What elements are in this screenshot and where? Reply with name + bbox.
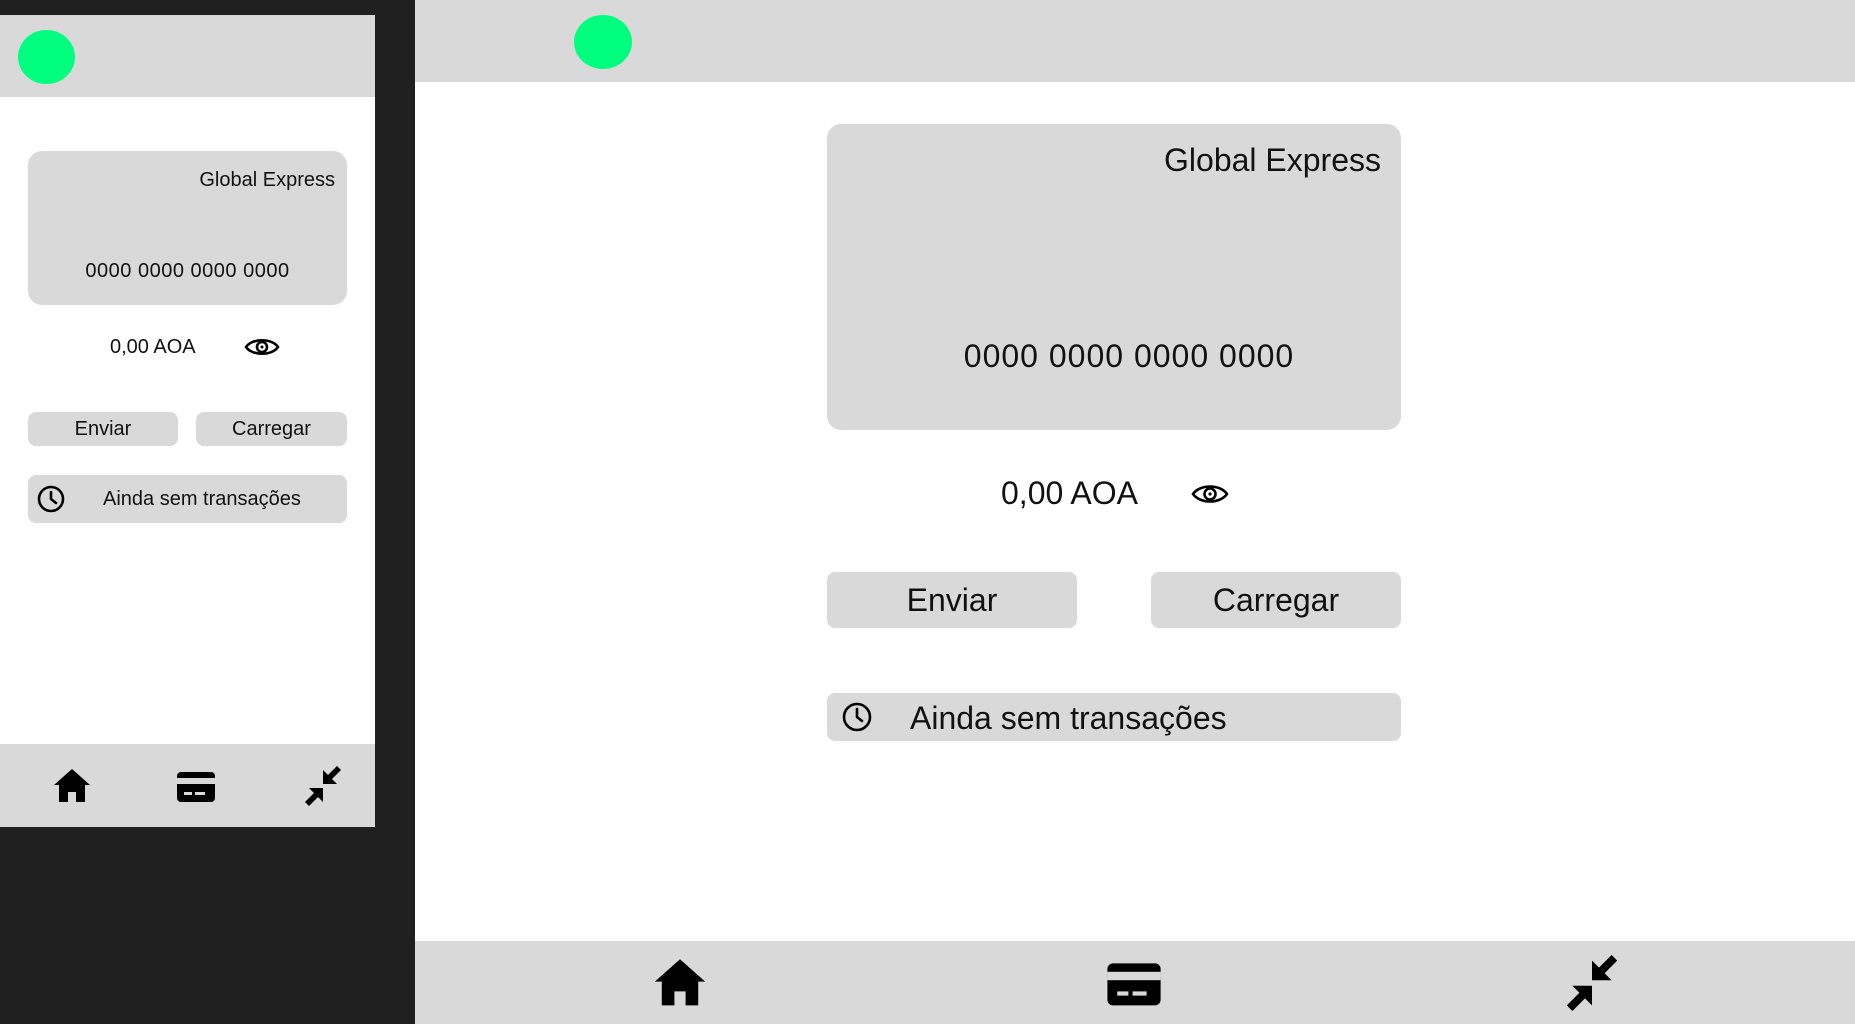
bottom-nav	[0, 744, 375, 827]
desktop-header	[415, 0, 1855, 82]
minimize-icon[interactable]	[303, 766, 343, 806]
minimize-icon[interactable]	[1564, 955, 1620, 1011]
send-button[interactable]: Enviar	[827, 572, 1077, 628]
bank-card[interactable]: Global Express 0000 0000 0000 0000	[28, 151, 347, 305]
card-number: 0000 0000 0000 0000	[85, 260, 290, 282]
desktop-frame: Global Express 0000 0000 0000 0000 0,00 …	[415, 0, 1855, 1024]
avatar[interactable]	[574, 15, 632, 69]
eye-icon[interactable]	[1190, 480, 1230, 508]
card-brand: Global Express	[1164, 142, 1381, 178]
home-icon[interactable]	[652, 955, 708, 1011]
clock-icon	[841, 701, 873, 733]
transactions-label: Ainda sem transações	[103, 488, 301, 510]
balance-amount: 0,00 AOA	[110, 336, 196, 358]
transactions-label: Ainda sem transações	[910, 700, 1227, 736]
bank-card[interactable]: Global Express 0000 0000 0000 0000	[827, 124, 1401, 430]
load-button[interactable]: Carregar	[1151, 572, 1401, 628]
avatar[interactable]	[18, 30, 75, 84]
balance-amount: 0,00 AOA	[1001, 475, 1138, 511]
card-icon[interactable]	[1106, 955, 1162, 1011]
card-number: 0000 0000 0000 0000	[963, 338, 1295, 374]
mobile-frame: Global Express 0000 0000 0000 0000 0,00 …	[0, 15, 375, 827]
send-button[interactable]: Enviar	[28, 412, 178, 446]
mobile-header	[0, 15, 375, 97]
transactions-panel[interactable]: Ainda sem transações	[827, 693, 1401, 741]
home-icon[interactable]	[52, 766, 92, 806]
eye-icon[interactable]	[244, 335, 280, 359]
card-icon[interactable]	[176, 766, 216, 806]
clock-icon	[36, 484, 66, 514]
load-button[interactable]: Carregar	[196, 412, 347, 446]
bottom-nav	[415, 941, 1855, 1024]
transactions-panel[interactable]: Ainda sem transações	[28, 475, 347, 523]
card-brand: Global Express	[199, 169, 335, 191]
